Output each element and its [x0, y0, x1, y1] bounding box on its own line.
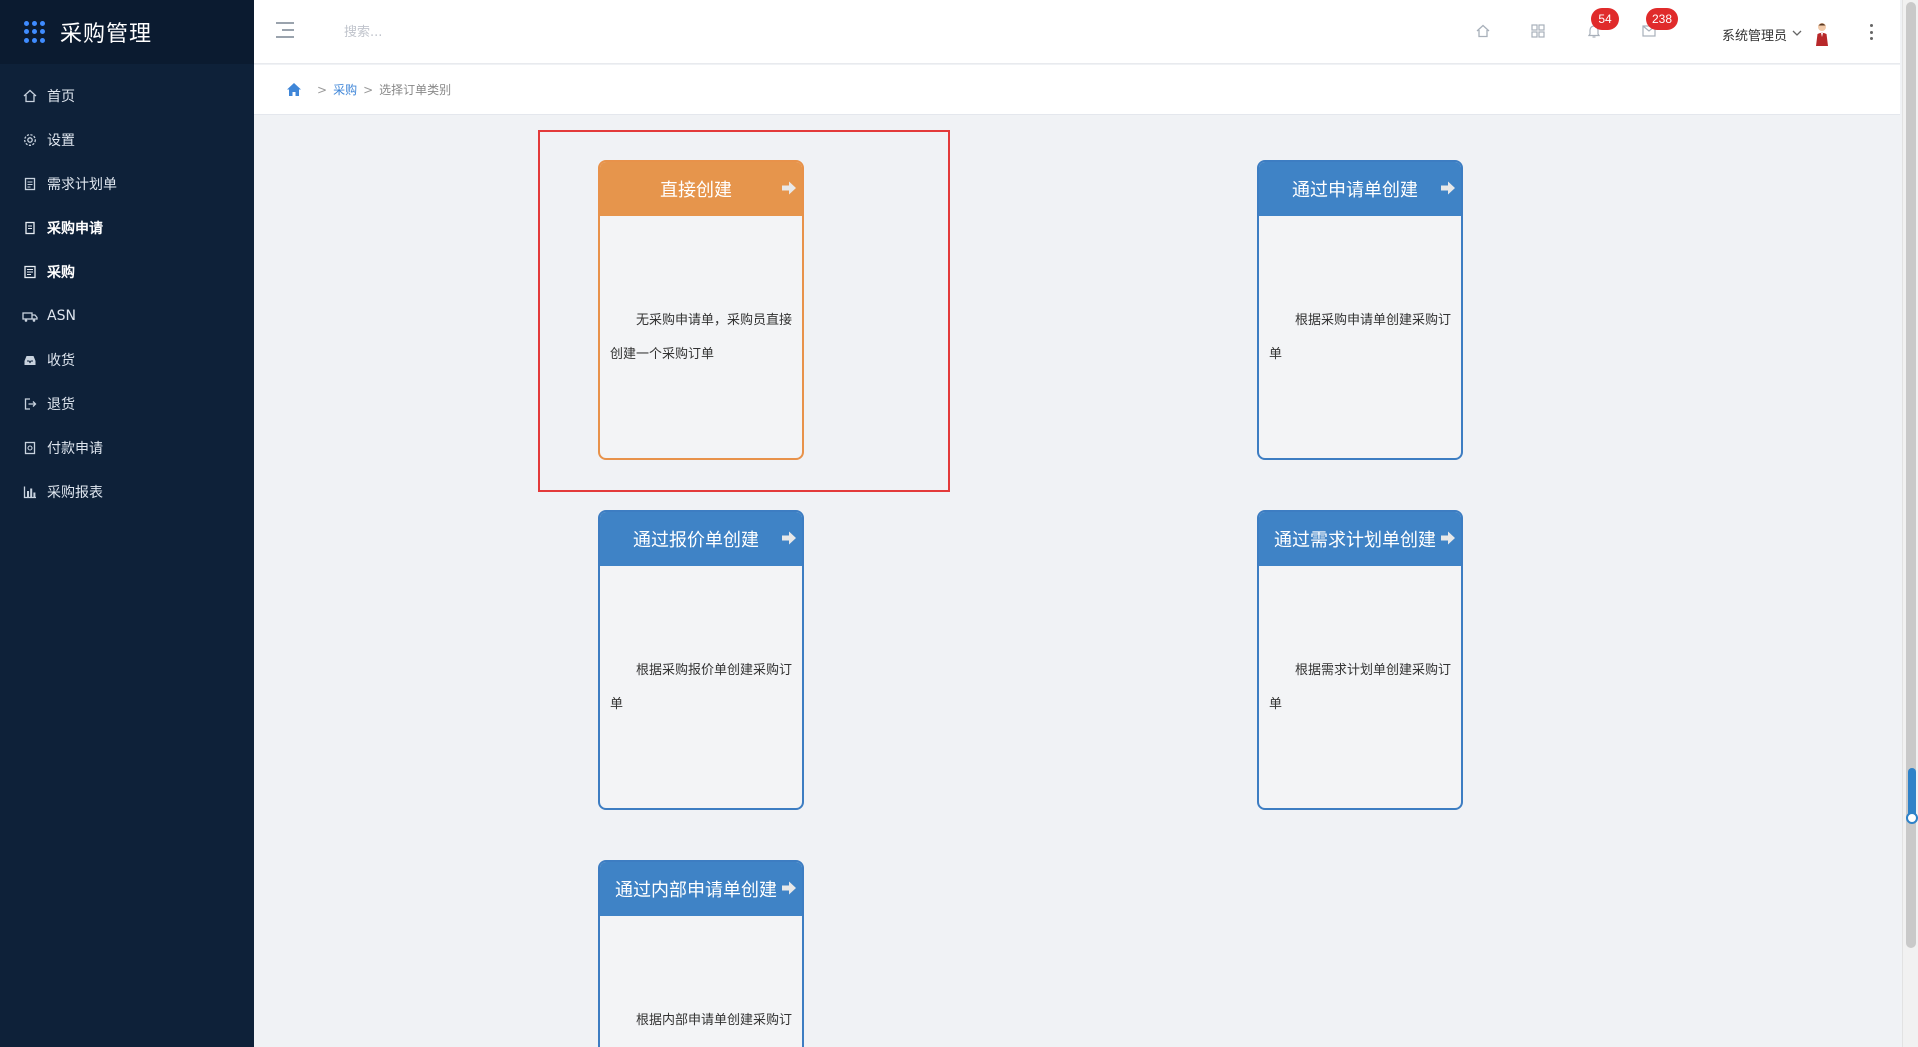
sidebar-item-label: 设置 — [47, 133, 75, 149]
sidebar-item-return[interactable]: 退货 — [0, 382, 254, 426]
inbox-icon — [22, 352, 38, 368]
card-title: 通过内部申请单创建 — [615, 880, 777, 901]
sidebar-item-payment-request[interactable]: 付款申请 — [0, 426, 254, 470]
menu-toggle-icon[interactable] — [276, 22, 296, 40]
card-title: 通过报价单创建 — [633, 530, 759, 551]
card-header: 直接创建 — [600, 162, 802, 216]
message-icon[interactable]: 238 — [1638, 8, 1679, 42]
grid-icon[interactable] — [1527, 20, 1549, 42]
user-name: 系统管理员 — [1722, 28, 1788, 44]
sidebar-item-label: 采购 — [47, 265, 75, 281]
scrollbar[interactable] — [1902, 0, 1918, 1047]
sidebar-item-purchase-request[interactable]: 采购申请 — [0, 206, 254, 250]
breadcrumb-home-icon[interactable] — [286, 82, 302, 97]
home-icon — [22, 88, 38, 104]
sidebar-item-asn[interactable]: ASN — [0, 294, 254, 338]
sidebar-menu: 首页 设置 需求计划单 采购申请 采购 ASN 收货 退货 付款申请 采购报表 — [0, 74, 254, 514]
payment-icon — [22, 440, 38, 456]
sidebar-item-purchase[interactable]: 采购 — [0, 250, 254, 294]
truck-icon — [22, 308, 38, 324]
bar-chart-icon — [22, 484, 38, 500]
card-create-from-request[interactable]: 通过申请单创建 根据采购申请单创建采购订单 — [1257, 160, 1463, 460]
sidebar-item-label: 首页 — [47, 89, 75, 105]
notification-bell-icon[interactable]: 54 — [1583, 8, 1619, 42]
sidebar-item-label: 需求计划单 — [47, 177, 117, 193]
sidebar-item-label: 采购报表 — [47, 485, 103, 501]
top-header: 54 238 系统管理员 — [254, 0, 1900, 64]
search-input[interactable] — [344, 18, 604, 46]
card-title: 通过申请单创建 — [1292, 180, 1418, 201]
card-description: 根据采购申请单创建采购订单 — [1269, 313, 1452, 362]
brand[interactable]: 采购管理 — [0, 0, 254, 64]
card-header: 通过内部申请单创建 — [600, 862, 802, 916]
sidebar-item-label: 退货 — [47, 397, 75, 413]
arrow-right-icon — [782, 531, 796, 545]
sidebar-item-settings[interactable]: 设置 — [0, 118, 254, 162]
sidebar-item-label: ASN — [47, 308, 76, 324]
document-icon — [22, 176, 38, 192]
card-description: 根据需求计划单创建采购订单 — [1269, 663, 1452, 712]
card-title: 直接创建 — [660, 180, 732, 201]
notification-badge: 54 — [1591, 8, 1619, 30]
arrow-right-icon — [1441, 181, 1455, 195]
card-description: 根据内部申请单创建采购订单 — [636, 1013, 793, 1028]
sidebar-item-label: 收货 — [47, 353, 75, 369]
home-icon[interactable] — [1472, 20, 1494, 42]
card-create-from-quotation[interactable]: 通过报价单创建 根据采购报价单创建采购订单 — [598, 510, 804, 810]
breadcrumb: > 采购 > 选择订单类别 — [254, 65, 1900, 115]
card-create-from-demand-plan[interactable]: 通过需求计划单创建 根据需求计划单创建采购订单 — [1257, 510, 1463, 810]
logout-icon — [22, 396, 38, 412]
sidebar: 采购管理 首页 设置 需求计划单 采购申请 采购 ASN 收货 退货 付款申请 … — [0, 0, 254, 1047]
scroll-indicator-dot — [1906, 812, 1918, 824]
sidebar-item-label: 付款申请 — [47, 441, 103, 457]
sidebar-item-demand-plan[interactable]: 需求计划单 — [0, 162, 254, 206]
app-title: 采购管理 — [60, 22, 153, 47]
message-badge: 238 — [1646, 8, 1679, 30]
breadcrumb-separator: > — [363, 82, 374, 97]
sidebar-item-purchase-report[interactable]: 采购报表 — [0, 470, 254, 514]
user-menu[interactable]: 系统管理员 — [1722, 22, 1830, 46]
breadcrumb-separator: > — [317, 82, 328, 97]
breadcrumb-link[interactable]: 采购 — [333, 81, 357, 98]
card-description: 根据采购报价单创建采购订单 — [610, 663, 793, 712]
card-header: 通过申请单创建 — [1259, 162, 1461, 216]
arrow-right-icon — [1441, 531, 1455, 545]
card-header: 通过需求计划单创建 — [1259, 512, 1461, 566]
arrow-right-icon — [782, 881, 796, 895]
sidebar-item-label: 采购申请 — [47, 221, 103, 237]
card-direct-create[interactable]: 直接创建 无采购申请单，采购员直接创建一个采购订单 — [598, 160, 804, 460]
avatar — [1814, 22, 1830, 46]
breadcrumb-current: 选择订单类别 — [379, 83, 452, 97]
clipboard-icon — [22, 220, 38, 236]
chevron-down-icon — [1792, 29, 1802, 40]
apps-grid-icon — [24, 21, 46, 43]
card-title: 通过需求计划单创建 — [1274, 530, 1436, 551]
arrow-right-icon — [782, 181, 796, 195]
list-icon — [22, 264, 38, 280]
card-header: 通过报价单创建 — [600, 512, 802, 566]
sidebar-item-home[interactable]: 首页 — [0, 74, 254, 118]
sidebar-item-receiving[interactable]: 收货 — [0, 338, 254, 382]
card-create-from-internal-request[interactable]: 通过内部申请单创建 根据内部申请单创建采购订单 — [598, 860, 804, 1047]
card-description: 无采购申请单，采购员直接创建一个采购订单 — [610, 313, 793, 362]
more-vertical-icon[interactable] — [1866, 22, 1876, 42]
gear-icon — [22, 132, 38, 148]
